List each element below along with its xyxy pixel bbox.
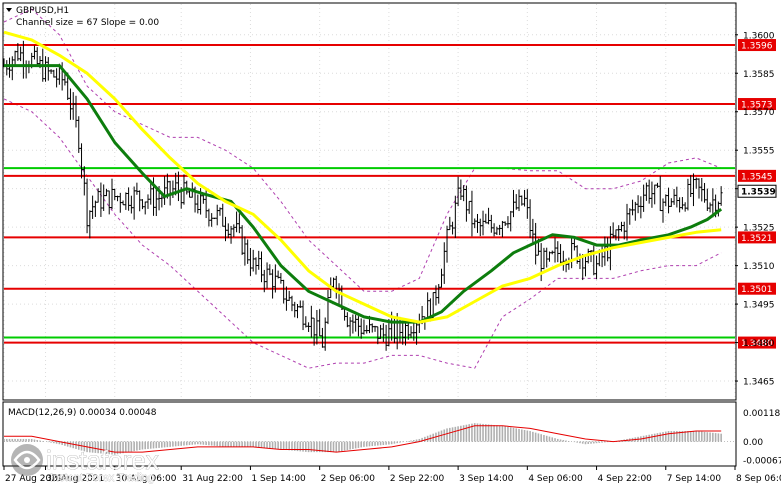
- x-tick-label-8: 4 Sep 06:00: [528, 474, 583, 484]
- macd-tick-label-2: -0.00067: [743, 457, 781, 467]
- y-tick-label-0: 1.3600: [743, 31, 775, 41]
- level-label-0: 1.3596: [741, 42, 773, 52]
- y-tick-label-2: 1.3570: [743, 108, 775, 118]
- y-tick-label-9: 1.3465: [743, 378, 775, 388]
- x-tick-label-11: 8 Sep 06:00: [736, 474, 781, 484]
- level-label-3: 1.3545: [741, 172, 773, 182]
- level-label-5: 1.3501: [741, 285, 773, 295]
- y-tick-label-3: 1.3555: [743, 147, 775, 157]
- logo-dot-icon: [24, 457, 30, 463]
- macd-tick-label-0: 0.00118: [743, 409, 780, 419]
- y-tick-label-5: 1.3525: [743, 224, 775, 234]
- symbol-label: GBPUSD,H1: [16, 6, 69, 16]
- x-tick-label-4: 1 Sep 14:00: [251, 474, 306, 484]
- x-tick-label-5: 2 Sep 06:00: [321, 474, 376, 484]
- x-tick-label-3: 31 Aug 22:00: [182, 474, 243, 484]
- current-price-label: 1.3539: [741, 188, 776, 198]
- indicator-label: Channel size = 67 Slope = 0.00: [16, 18, 159, 28]
- gbpusd-chart: 1.35961.35731.35451.35211.35011.3480 1.3…: [0, 0, 781, 489]
- x-tick-label-6: 2 Sep 22:00: [390, 474, 445, 484]
- macd-label: MACD(12,26,9) 0.00034 0.00048: [8, 408, 157, 418]
- y-tick-label-8: 1.3480: [743, 339, 775, 349]
- level-label-4: 1.3521: [741, 234, 773, 244]
- y-tick-label-1: 1.3585: [743, 70, 775, 80]
- y-tick-label-6: 1.3510: [743, 262, 775, 272]
- logo-tagline: Instant Forex Trading: [50, 472, 154, 484]
- macd-tick-label-1: 0.00: [743, 438, 763, 448]
- x-tick-label-10: 7 Sep 14:00: [667, 474, 722, 484]
- logo-brand: instaforex: [46, 445, 159, 475]
- y-tick-label-7: 1.3495: [743, 301, 775, 311]
- x-tick-label-7: 3 Sep 14:00: [459, 474, 514, 484]
- x-tick-label-9: 4 Sep 22:00: [598, 474, 653, 484]
